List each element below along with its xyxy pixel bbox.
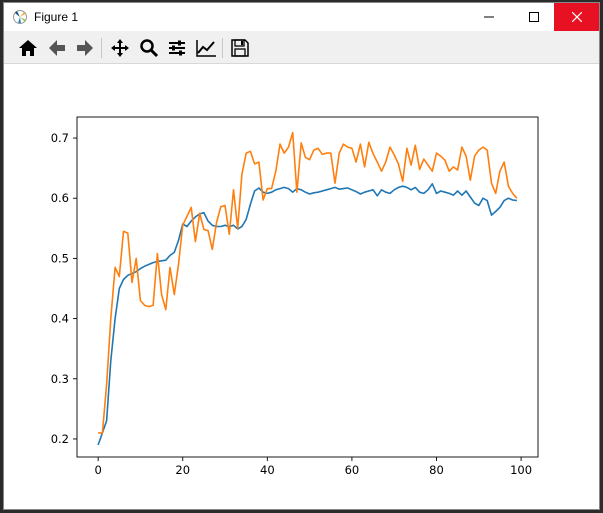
x-tick-label: 0 bbox=[94, 463, 101, 477]
arrow-right-icon bbox=[77, 40, 93, 56]
line-chart-icon bbox=[196, 40, 216, 57]
subplots-button[interactable] bbox=[165, 36, 189, 60]
arrow-left-icon bbox=[49, 40, 65, 56]
floppy-disk-icon bbox=[231, 39, 249, 57]
window-title: Figure 1 bbox=[34, 10, 79, 24]
figure-window: Figure 1 0 20 40 60 80 100 0.2 0.3 0.4 0… bbox=[4, 3, 599, 509]
x-tick-label: 60 bbox=[345, 463, 360, 477]
x-tick-label: 20 bbox=[175, 463, 190, 477]
save-button[interactable] bbox=[228, 36, 252, 60]
close-icon bbox=[571, 12, 582, 22]
pan-button[interactable] bbox=[108, 36, 132, 60]
sliders-icon bbox=[169, 40, 185, 56]
x-tick-label: 80 bbox=[429, 463, 444, 477]
home-button[interactable] bbox=[16, 36, 40, 60]
y-tick-label: 0.2 bbox=[51, 432, 69, 446]
y-tick-label: 0.7 bbox=[51, 131, 69, 145]
maximize-button[interactable] bbox=[511, 3, 556, 31]
forward-button[interactable] bbox=[73, 36, 97, 60]
zoom-button[interactable] bbox=[137, 36, 161, 60]
minimize-button[interactable] bbox=[466, 3, 511, 31]
home-icon bbox=[19, 40, 37, 56]
x-tick-label: 40 bbox=[260, 463, 275, 477]
move-icon bbox=[111, 39, 129, 57]
title-bar: Figure 1 bbox=[4, 3, 599, 32]
toolbar-separator bbox=[222, 38, 223, 58]
line-chart: 0 20 40 60 80 100 0.2 0.3 0.4 0.5 0.6 0.7 bbox=[51, 116, 539, 477]
y-tick-label: 0.3 bbox=[51, 372, 69, 386]
y-tick-label: 0.4 bbox=[51, 312, 69, 326]
series-line-1 bbox=[97, 183, 518, 446]
edit-axis-button[interactable] bbox=[194, 36, 218, 60]
back-button[interactable] bbox=[45, 36, 69, 60]
navigation-toolbar bbox=[4, 32, 599, 64]
y-tick-label: 0.5 bbox=[51, 251, 69, 265]
figure-canvas[interactable]: 0 20 40 60 80 100 0.2 0.3 0.4 0.5 0.6 0.7 bbox=[4, 64, 599, 509]
close-button[interactable] bbox=[554, 3, 599, 31]
y-tick-label: 0.6 bbox=[51, 191, 69, 205]
series-line-2 bbox=[98, 131, 518, 434]
toolbar-separator bbox=[101, 38, 102, 58]
magnifier-icon bbox=[140, 39, 159, 58]
x-tick-label: 100 bbox=[510, 463, 532, 477]
minimize-icon bbox=[483, 16, 494, 18]
maximize-icon bbox=[528, 12, 539, 22]
matplotlib-logo-icon bbox=[13, 10, 27, 24]
